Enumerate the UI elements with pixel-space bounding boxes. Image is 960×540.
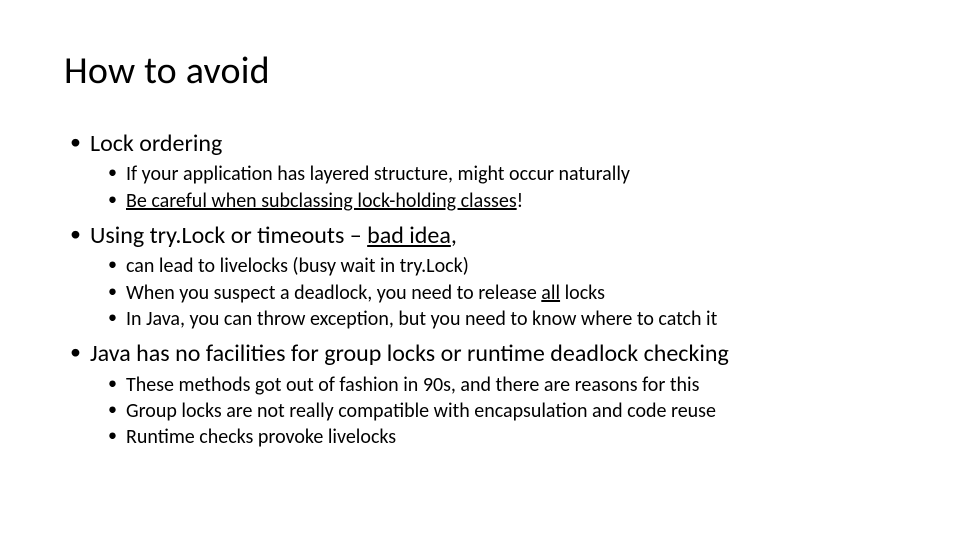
sub-list: can lead to livelocks (busy wait in try.… <box>90 253 896 332</box>
sub-bullet: Runtime checks provoke livelocks <box>90 424 896 450</box>
sub-bullet: Be careful when subclassing lock-holding… <box>90 188 896 214</box>
text: , <box>451 221 457 250</box>
bullet-trylock: Using try.Lock or timeouts – bad idea, c… <box>64 220 896 332</box>
bullet-java-facilities: Java has no facilities for group locks o… <box>64 338 896 450</box>
underline-text: Be careful when subclassing lock-holding… <box>126 189 517 213</box>
slide: How to avoid Lock ordering If your appli… <box>0 0 960 540</box>
slide-title: How to avoid <box>64 48 896 94</box>
text: Using try.Lock or timeouts – <box>90 221 367 250</box>
sub-bullet: These methods got out of fashion in 90s,… <box>90 372 896 398</box>
text: locks <box>560 281 605 305</box>
sub-list: If your application has layered structur… <box>90 161 896 214</box>
sub-bullet: In Java, you can throw exception, but yo… <box>90 306 896 332</box>
underline-text: all <box>541 281 560 305</box>
sub-bullet: can lead to livelocks (busy wait in try.… <box>90 253 896 279</box>
sub-bullet: When you suspect a deadlock, you need to… <box>90 280 896 306</box>
bullet-list: Lock ordering If your application has la… <box>64 128 896 451</box>
underline-text: bad idea <box>367 221 451 250</box>
sub-bullet: Group locks are not really compatible wi… <box>90 398 896 424</box>
text: ! <box>517 189 524 213</box>
bullet-label: Lock ordering <box>90 129 222 158</box>
bullet-label: Java has no facilities for group locks o… <box>90 339 729 368</box>
text: When you suspect a deadlock, you need to… <box>126 281 541 305</box>
sub-list: These methods got out of fashion in 90s,… <box>90 372 896 451</box>
sub-bullet: If your application has layered structur… <box>90 161 896 187</box>
bullet-lock-ordering: Lock ordering If your application has la… <box>64 128 896 214</box>
